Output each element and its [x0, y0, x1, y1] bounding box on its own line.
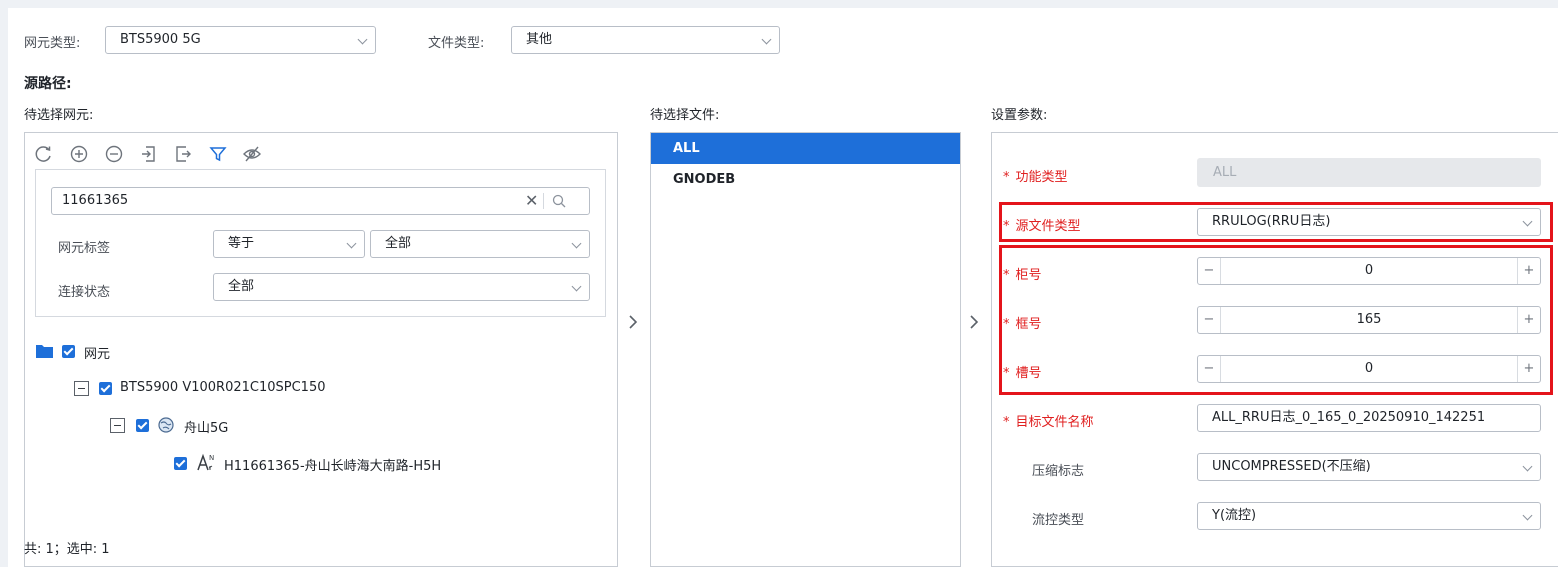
export-icon[interactable]: [173, 144, 193, 164]
collapse-toggle[interactable]: [74, 381, 89, 396]
import-icon[interactable]: [139, 144, 159, 164]
expand-all-icon[interactable]: [69, 144, 89, 164]
flow-value: Y(流控): [1212, 508, 1257, 523]
ne-tag-label: 网元标签: [58, 241, 111, 256]
left-panel-title: 待选择网元:: [24, 108, 94, 123]
file-type-label: 文件类型:: [428, 36, 485, 51]
func-type-value: ALL: [1213, 165, 1237, 180]
folder-icon: [36, 345, 53, 358]
svg-text:N: N: [209, 454, 214, 462]
target-name-label: * 目标文件名称: [1003, 415, 1094, 430]
file-item-selected[interactable]: ALL: [651, 133, 960, 164]
ne-tag-operator-select[interactable]: 等于: [213, 230, 365, 258]
conn-status-value: 全部: [228, 279, 255, 294]
chevron-right-icon[interactable]: [968, 314, 980, 330]
globe-icon: [158, 417, 174, 433]
func-type-field: ALL: [1197, 158, 1541, 187]
search-icon[interactable]: [552, 194, 566, 208]
ne-tag-value-select[interactable]: 全部: [370, 230, 590, 258]
search-value: 11661365: [62, 193, 129, 208]
chevron-down-icon: [1522, 510, 1533, 521]
file-type-value: 其他: [526, 32, 553, 47]
collapse-all-icon[interactable]: [104, 144, 124, 164]
chevron-down-icon: [571, 281, 582, 292]
source-path-label: 源路径:: [24, 76, 72, 92]
tree-node-label: H11661365-舟山长峙海大南路-H5H: [224, 459, 442, 474]
ne-tag-value: 全部: [385, 236, 412, 251]
tree-version-label: BTS5900 V100R021C10SPC150: [120, 380, 326, 395]
tree-root-label: 网元: [84, 347, 111, 362]
chevron-down-icon: [346, 238, 357, 249]
conn-status-label: 连接状态: [58, 285, 111, 300]
file-item[interactable]: GNODEB: [651, 164, 960, 195]
func-type-label: * 功能类型: [1003, 170, 1068, 185]
flow-select[interactable]: Y(流控): [1197, 502, 1541, 530]
selection-summary: 共: 1；选中: 1: [24, 542, 110, 557]
ne-type-value: BTS5900 5G: [120, 32, 201, 47]
search-divider: [543, 193, 544, 209]
target-name-label-text: 目标文件名称: [1015, 415, 1094, 430]
chevron-down-icon: [761, 34, 772, 45]
file-list-panel: [650, 132, 961, 567]
collapse-toggle[interactable]: [110, 418, 125, 433]
chevron-down-icon: [1522, 461, 1533, 472]
group-checkbox[interactable]: [136, 419, 149, 432]
search-input[interactable]: 11661365 ✕: [51, 187, 590, 215]
func-type-label-text: 功能类型: [1015, 170, 1068, 185]
file-type-select[interactable]: 其他: [511, 26, 780, 54]
root-checkbox[interactable]: [62, 345, 75, 358]
target-name-input[interactable]: ALL_RRU日志_0_165_0_20250910_142251: [1197, 404, 1541, 432]
ne-type-select[interactable]: BTS5900 5G: [105, 26, 376, 54]
eye-off-icon[interactable]: [242, 144, 262, 164]
clear-icon[interactable]: ✕: [525, 188, 538, 214]
chevron-down-icon: [571, 238, 582, 249]
compress-select[interactable]: UNCOMPRESSED(不压缩): [1197, 453, 1541, 481]
ne-type-label: 网元类型:: [24, 36, 81, 51]
highlight-box: [999, 245, 1553, 395]
tree-group-label: 舟山5G: [184, 421, 229, 436]
right-panel-title: 设置参数:: [991, 108, 1048, 123]
file-item-label: GNODEB: [673, 172, 736, 187]
refresh-icon[interactable]: [34, 144, 54, 164]
compress-value: UNCOMPRESSED(不压缩): [1212, 459, 1371, 474]
flow-label: 流控类型: [1032, 513, 1085, 528]
target-name-value: ALL_RRU日志_0_165_0_20250910_142251: [1212, 410, 1486, 425]
filter-icon[interactable]: [208, 144, 228, 164]
antenna-icon: N: [197, 453, 214, 471]
highlight-box: [999, 202, 1553, 242]
ne-tag-operator-value: 等于: [228, 236, 255, 251]
chevron-down-icon: [357, 34, 368, 45]
chevron-right-icon[interactable]: [627, 314, 639, 330]
file-item-label: ALL: [673, 141, 700, 156]
compress-label: 压缩标志: [1032, 464, 1085, 479]
middle-panel-title: 待选择文件:: [650, 108, 720, 123]
node-checkbox[interactable]: [174, 457, 187, 470]
conn-status-select[interactable]: 全部: [213, 273, 590, 301]
version-checkbox[interactable]: [99, 382, 112, 395]
